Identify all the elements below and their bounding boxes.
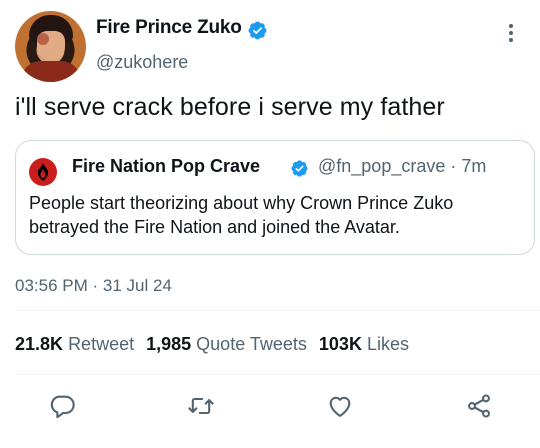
quoted-author-avatar <box>29 158 57 186</box>
author-handle[interactable]: @zukohere <box>96 52 188 73</box>
like-button[interactable] <box>326 392 354 420</box>
likes-stat[interactable]: 103K Likes <box>319 334 409 354</box>
quote-tweets-stat[interactable]: 1,985 Quote Tweets <box>146 334 307 354</box>
retweets-stat[interactable]: 21.8K Retweet <box>15 334 134 354</box>
more-vertical-icon[interactable] <box>501 22 521 46</box>
likes-count: 103K <box>318 334 362 354</box>
verified-badge-icon <box>248 21 267 40</box>
tweet-text: i'll serve crack before i serve my fathe… <box>15 93 445 121</box>
retweets-label: Retweet <box>68 334 135 354</box>
retweets-count: 21.8K <box>15 334 64 354</box>
reply-icon <box>50 395 75 419</box>
tweet-timestamp[interactable]: 03:56 PM · 31 Jul 24 <box>15 276 172 296</box>
retweet-button[interactable] <box>187 392 215 420</box>
quote-tweets-label: Quote Tweets <box>196 334 307 354</box>
divider <box>15 374 540 375</box>
quoted-author-display-name: Fire Nation Pop Crave <box>72 156 261 176</box>
retweet-icon <box>188 397 214 415</box>
author-display-name[interactable]: Fire Prince Zuko <box>96 17 242 39</box>
share-button[interactable] <box>465 392 493 420</box>
quoted-tweet[interactable]: Fire Nation Pop Crave @fn_pop_crave · 7m… <box>15 140 535 255</box>
share-icon <box>468 394 490 418</box>
quoted-author-handle-time: @fn_pop_crave · 7m <box>318 156 487 176</box>
divider <box>15 310 540 311</box>
engagement-stats: 21.8K Retweet 1,985 Quote Tweets 103K Like… <box>15 334 409 355</box>
verified-badge-icon <box>291 160 308 177</box>
fire-nation-emblem-icon <box>37 163 49 181</box>
heart-icon <box>329 396 351 417</box>
quote-tweets-count: 1,985 <box>146 334 192 354</box>
quoted-tweet-text: People start theorizing about why Crown … <box>29 193 454 237</box>
reply-button[interactable] <box>48 392 76 420</box>
tweet-card: Fire Prince Zuko @zukohere i'll serve cr… <box>0 0 540 448</box>
author-avatar[interactable] <box>15 11 86 82</box>
likes-label: Likes <box>366 334 409 354</box>
